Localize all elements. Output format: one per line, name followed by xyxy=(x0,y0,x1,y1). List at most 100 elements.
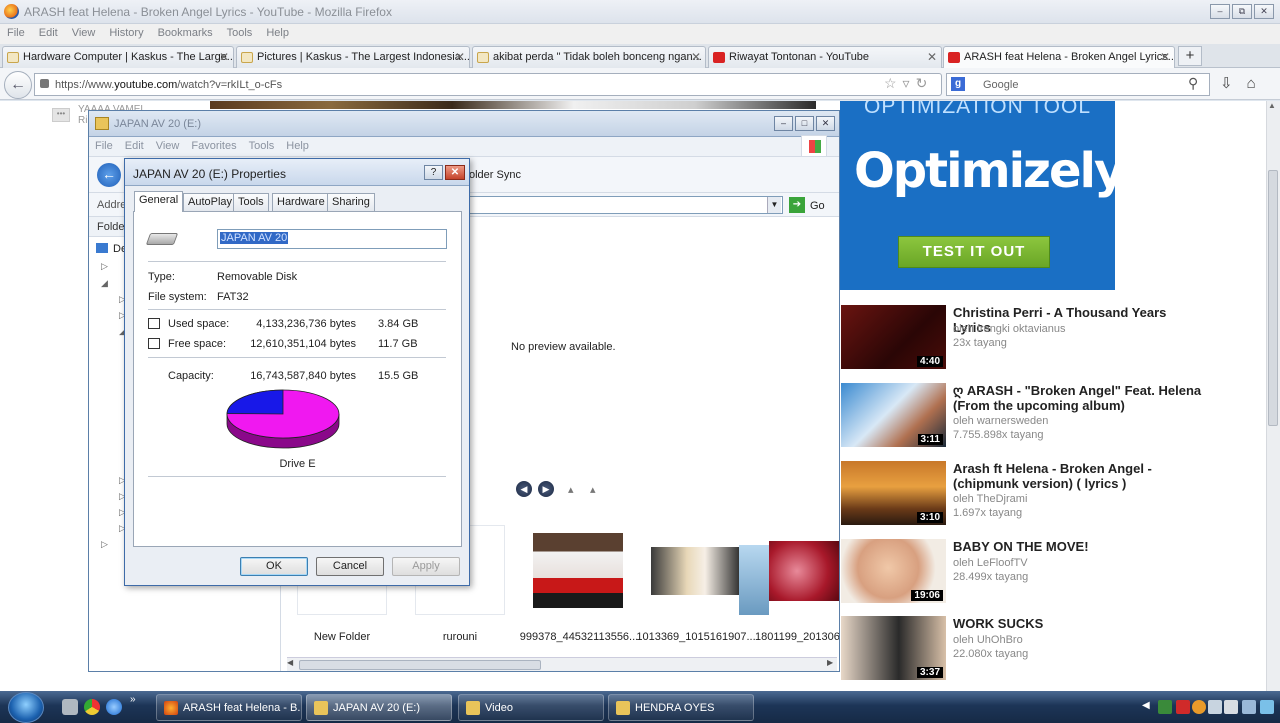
video-uploader[interactable]: oleh warnersweden xyxy=(953,415,1048,427)
video-thumbnail[interactable]: 3:37 xyxy=(841,616,946,680)
download-home-icons[interactable]: ⇩⌂ xyxy=(1220,74,1270,92)
optimizely-ad[interactable]: OPTIMIZATION TOOL Optimizely TEST IT OUT xyxy=(840,101,1115,290)
video-thumbnail[interactable]: 3:11 xyxy=(841,383,946,447)
video-thumbnail[interactable]: 3:10 xyxy=(841,461,946,525)
menu-help[interactable]: Help xyxy=(280,137,315,155)
related-video[interactable]: 19:06 BABY ON THE MOVE! oleh LeFloofTV 2… xyxy=(841,539,1261,605)
ok-button[interactable]: OK xyxy=(240,557,308,576)
test-it-out-button[interactable]: TEST IT OUT xyxy=(898,236,1050,268)
back-arrow-icon[interactable]: ← xyxy=(4,71,32,99)
taskbar-item-video[interactable]: Video xyxy=(458,694,604,721)
desktop-icon[interactable] xyxy=(96,243,108,253)
file-label[interactable]: 999378_44532113556... xyxy=(519,631,639,643)
search-icon[interactable]: ⚲ xyxy=(1188,75,1198,92)
close-button[interactable]: ✕ xyxy=(816,116,835,131)
tab-kaskus-hardware[interactable]: Hardware Computer | Kaskus - The Large..… xyxy=(2,46,234,68)
video-title[interactable]: WORK SUCKS xyxy=(953,616,1203,631)
file-label[interactable]: rurouni xyxy=(406,631,514,643)
search-input[interactable]: Google xyxy=(946,73,1210,96)
chevron-down-icon[interactable]: ▼ xyxy=(767,197,781,213)
channel-avatar[interactable]: ••• xyxy=(52,108,70,122)
go-arrow-icon[interactable]: ➔ xyxy=(789,197,805,213)
tab-hardware[interactable]: Hardware xyxy=(272,193,330,211)
file-label[interactable]: 1013369_1015161907... xyxy=(636,631,756,643)
related-video[interactable]: 3:10 Arash ft Helena - Broken Angel - (c… xyxy=(841,461,1261,527)
tab-riwayat-tontonan[interactable]: Riwayat Tontonan - YouTube ✕ xyxy=(708,46,942,68)
restore-button[interactable]: ⧉ xyxy=(1232,4,1252,19)
scroll-left-icon[interactable]: ◀ xyxy=(287,658,293,667)
internet-explorer-icon[interactable] xyxy=(106,699,122,715)
close-tab-icon[interactable]: ✕ xyxy=(927,50,937,64)
network-icon[interactable] xyxy=(1208,700,1222,714)
menu-favorites[interactable]: Favorites xyxy=(185,137,242,155)
help-icon[interactable]: ? xyxy=(424,165,443,180)
image-thumbnail[interactable] xyxy=(769,541,839,601)
related-video[interactable]: 4:40 Christina Perri - A Thousand Years … xyxy=(841,305,1261,371)
drive-name-field[interactable]: JAPAN AV 20 xyxy=(217,229,447,249)
minimize-button[interactable]: – xyxy=(774,116,793,131)
video-title[interactable]: ღ ARASH - "Broken Angel" Feat. Helena (F… xyxy=(953,383,1203,413)
image-thumbnail[interactable] xyxy=(533,533,623,608)
tab-autoplay[interactable]: AutoPlay xyxy=(183,193,238,211)
taskbar-item-firefox[interactable]: ARASH feat Helena - B... xyxy=(156,694,302,721)
scrollbar-thumb[interactable] xyxy=(1268,170,1278,426)
show-desktop-icon[interactable] xyxy=(62,699,78,715)
expand-icon[interactable]: ▷ xyxy=(101,261,108,272)
close-tab-icon[interactable]: ✕ xyxy=(691,50,701,64)
minimize-button[interactable]: – xyxy=(1210,4,1230,19)
tab-akibat-perda[interactable]: akibat perda " Tidak boleh bonceng ngan.… xyxy=(472,46,706,68)
menu-file[interactable]: File xyxy=(89,137,119,155)
tab-sharing[interactable]: Sharing xyxy=(327,193,375,211)
menu-file[interactable]: File xyxy=(0,24,32,42)
rotate-left-icon[interactable]: ▴ xyxy=(568,483,574,496)
tab-tools[interactable]: Tools xyxy=(233,193,269,211)
video-player-edge[interactable] xyxy=(210,101,816,109)
collapse-icon[interactable]: ◢ xyxy=(101,278,108,289)
close-tab-icon[interactable]: ✕ xyxy=(455,50,465,64)
address-input[interactable] xyxy=(459,196,783,214)
tray-icon[interactable] xyxy=(1242,700,1256,714)
tray-expand-icon[interactable]: ◀ xyxy=(1142,700,1150,711)
video-thumbnail[interactable]: 19:06 xyxy=(841,539,946,603)
go-button[interactable]: Go xyxy=(810,200,825,212)
tab-arash-broken-angel[interactable]: ARASH feat Helena - Broken Angel Lyrics.… xyxy=(943,46,1175,69)
back-arrow-icon[interactable]: ← xyxy=(97,163,121,187)
horizontal-scrollbar[interactable]: ◀ ▶ xyxy=(287,657,837,671)
chevron-right-icon[interactable]: » xyxy=(130,694,136,705)
expand-icon[interactable]: ▷ xyxy=(101,539,108,550)
file-label[interactable]: New Folder xyxy=(288,631,396,643)
menu-view[interactable]: View xyxy=(150,137,186,155)
video-uploader[interactable]: oleh frengki oktavianus xyxy=(953,323,1066,335)
scroll-right-icon[interactable]: ▶ xyxy=(827,658,833,667)
folder-sync-button[interactable]: older Sync xyxy=(469,169,521,181)
tray-icon[interactable] xyxy=(1158,700,1172,714)
start-button[interactable] xyxy=(8,692,44,723)
video-uploader[interactable]: oleh TheDjrami xyxy=(953,493,1027,505)
video-title[interactable]: BABY ON THE MOVE! xyxy=(953,539,1203,554)
menu-view[interactable]: View xyxy=(65,24,103,42)
apply-button[interactable]: Apply xyxy=(392,557,460,576)
volume-icon[interactable] xyxy=(1224,700,1238,714)
tray-icon[interactable] xyxy=(1260,700,1274,714)
maximize-button[interactable]: □ xyxy=(795,116,814,131)
menu-edit[interactable]: Edit xyxy=(119,137,150,155)
image-thumbnail[interactable] xyxy=(651,547,741,595)
taskbar-item-explorer[interactable]: JAPAN AV 20 (E:) xyxy=(306,694,452,721)
tab-kaskus-pictures[interactable]: Pictures | Kaskus - The Largest Indonesi… xyxy=(236,46,470,68)
google-icon[interactable]: g xyxy=(951,77,965,91)
previous-image-icon[interactable]: ◀ xyxy=(516,481,532,497)
close-tab-icon[interactable]: ✕ xyxy=(1160,50,1170,64)
bookmark-star-icon[interactable]: ☆▿↻ xyxy=(884,75,933,92)
menu-bookmarks[interactable]: Bookmarks xyxy=(151,24,220,42)
rotate-right-icon[interactable]: ▴ xyxy=(590,483,596,496)
close-button[interactable]: ✕ xyxy=(1254,4,1274,19)
new-tab-button[interactable]: + xyxy=(1178,46,1202,66)
tray-icon[interactable] xyxy=(1192,700,1206,714)
next-image-icon[interactable]: ▶ xyxy=(538,481,554,497)
acrobat-icon[interactable] xyxy=(1176,700,1190,714)
menu-history[interactable]: History xyxy=(102,24,150,42)
close-icon[interactable]: ✕ xyxy=(445,165,465,180)
menu-tools[interactable]: Tools xyxy=(243,137,281,155)
taskbar-item-hendra-oyes[interactable]: HENDRA OYES xyxy=(608,694,754,721)
cancel-button[interactable]: Cancel xyxy=(316,557,384,576)
